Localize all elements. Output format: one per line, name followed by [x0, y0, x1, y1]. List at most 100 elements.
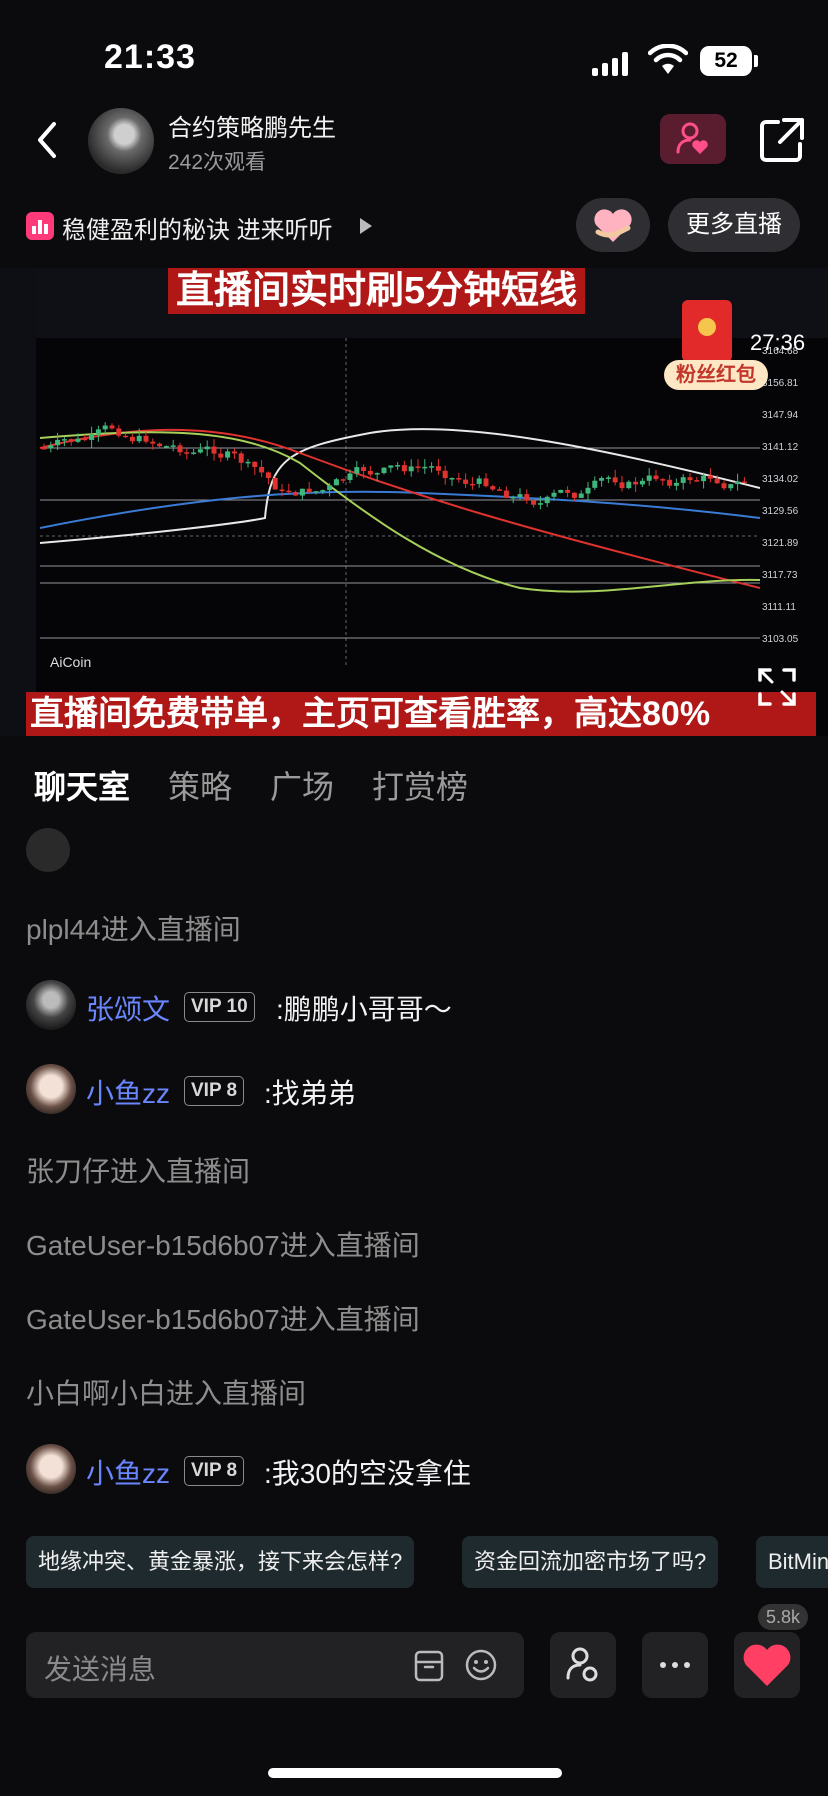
candle-body [143, 435, 149, 442]
chat-text: :找弟弟 [264, 1078, 356, 1109]
suggestion-chip[interactable]: BitMin [756, 1536, 828, 1588]
bag-icon[interactable] [414, 1648, 444, 1682]
candle-body [150, 441, 156, 444]
candle-body [490, 486, 496, 490]
candle-body [82, 438, 88, 441]
candle-body [694, 480, 700, 482]
candle-body [558, 489, 564, 493]
candle-body [469, 483, 475, 486]
battery-tip [754, 55, 758, 67]
user-avatar[interactable] [26, 1444, 76, 1494]
candle-body [129, 436, 135, 442]
chat-text: :我30的空没拿住 [264, 1458, 471, 1489]
tab-chatroom[interactable]: 聊天室 [34, 762, 130, 808]
banner-top: 直播间实时刷5分钟短线 [168, 268, 586, 314]
candle-body [585, 487, 591, 494]
emoji-icon[interactable] [464, 1648, 498, 1682]
follow-button[interactable] [660, 114, 726, 164]
candle-body [721, 483, 727, 489]
candle-body [286, 490, 292, 493]
candle-body [374, 473, 380, 475]
candle-body [347, 473, 353, 480]
candle-body [680, 477, 686, 483]
user-settings-icon [566, 1647, 598, 1682]
invite-user-button[interactable] [550, 1632, 616, 1698]
candle-body [653, 475, 659, 480]
candle-body [510, 497, 516, 499]
candlestick-chart [40, 338, 760, 668]
candle-body [170, 445, 176, 447]
candle-body [55, 439, 61, 446]
price-label: 3121.89 [762, 538, 799, 549]
tab-plaza[interactable]: 广场 [270, 762, 334, 808]
candle-body [191, 452, 197, 454]
candle-body [245, 461, 251, 464]
chart-left-toolbar [0, 268, 36, 736]
candle-body [123, 435, 129, 438]
candle-body [293, 491, 299, 496]
candle-body [673, 482, 679, 486]
host-avatar[interactable] [88, 108, 154, 174]
fan-red-packet[interactable]: 粉丝红包 [664, 300, 768, 390]
status-time: 21:33 [104, 38, 196, 76]
more-live-button[interactable]: 更多直播 [668, 198, 800, 252]
banner-bottom: 直播间免费带单，主页可查看胜率，高达80% [26, 692, 816, 736]
candle-body [435, 466, 441, 471]
promo-title[interactable]: 稳健盈利的秘诀 进来听听 [62, 210, 333, 245]
more-options-button[interactable] [642, 1632, 708, 1698]
candle-body [225, 451, 231, 458]
candle-body [177, 445, 183, 453]
more-dots-icon [660, 1662, 690, 1668]
candle-body [415, 466, 421, 468]
chat-username[interactable]: 张颂文 [86, 988, 170, 1028]
price-label: 3141.12 [762, 442, 799, 453]
candle-body [211, 446, 217, 454]
candle-body [61, 439, 67, 441]
tab-strategy[interactable]: 策略 [168, 762, 232, 808]
candle-body [571, 492, 577, 498]
candle-body [279, 489, 285, 492]
vip-badge: VIP 8 [184, 1456, 245, 1486]
candle-body [503, 490, 509, 498]
price-label: 3129.56 [762, 506, 799, 517]
chat-text: :鹏鹏小哥哥～ [276, 994, 452, 1025]
candle-body [333, 479, 339, 486]
candle-body [401, 465, 407, 472]
candle-body [408, 466, 414, 472]
candle-body [109, 425, 115, 429]
tab-tip-ranking[interactable]: 打赏榜 [372, 762, 468, 808]
gift-heart-button[interactable] [576, 198, 650, 252]
fullscreen-icon[interactable] [756, 666, 798, 708]
candle-body [524, 494, 530, 501]
back-icon[interactable] [32, 120, 62, 160]
share-icon[interactable] [756, 114, 808, 166]
live-video[interactable]: 3164.68 3156.81 3147.94 3141.12 3134.02 3129.… [0, 268, 828, 736]
coin-icon [698, 318, 716, 336]
user-avatar[interactable] [26, 980, 76, 1030]
message-input[interactable]: 发送消息 [26, 1632, 524, 1698]
candle-body [741, 481, 747, 483]
suggestion-chip[interactable]: 地缘冲突、黄金暴涨，接下来会怎样? [26, 1536, 415, 1588]
play-icon[interactable] [360, 218, 372, 234]
chat-username[interactable]: 小鱼zz [86, 1072, 170, 1112]
candle-body [299, 488, 305, 496]
candle-body [517, 494, 523, 498]
candle-body [48, 445, 54, 449]
like-button[interactable] [734, 1632, 800, 1698]
candle-body [592, 480, 598, 488]
suggestion-chip[interactable]: 资金回流加密市场了吗? [462, 1536, 719, 1588]
user-avatar[interactable] [26, 1064, 76, 1114]
candle-body [483, 478, 489, 487]
candle-body [531, 500, 537, 505]
chat-username[interactable]: 小鱼zz [86, 1452, 170, 1492]
price-label: 3103.05 [762, 634, 799, 645]
host-name[interactable]: 合约策略鹏先生 [168, 108, 336, 143]
system-message: GateUser-b15d6b07进入直播间 [26, 1304, 420, 1335]
candle-body [259, 467, 265, 473]
home-indicator[interactable] [268, 1768, 562, 1778]
faded-chat-row [26, 828, 526, 872]
candle-body [218, 453, 224, 458]
heart-icon [743, 1644, 791, 1686]
price-label: 3147.94 [762, 410, 799, 421]
price-label: 3156.81 [762, 378, 799, 389]
